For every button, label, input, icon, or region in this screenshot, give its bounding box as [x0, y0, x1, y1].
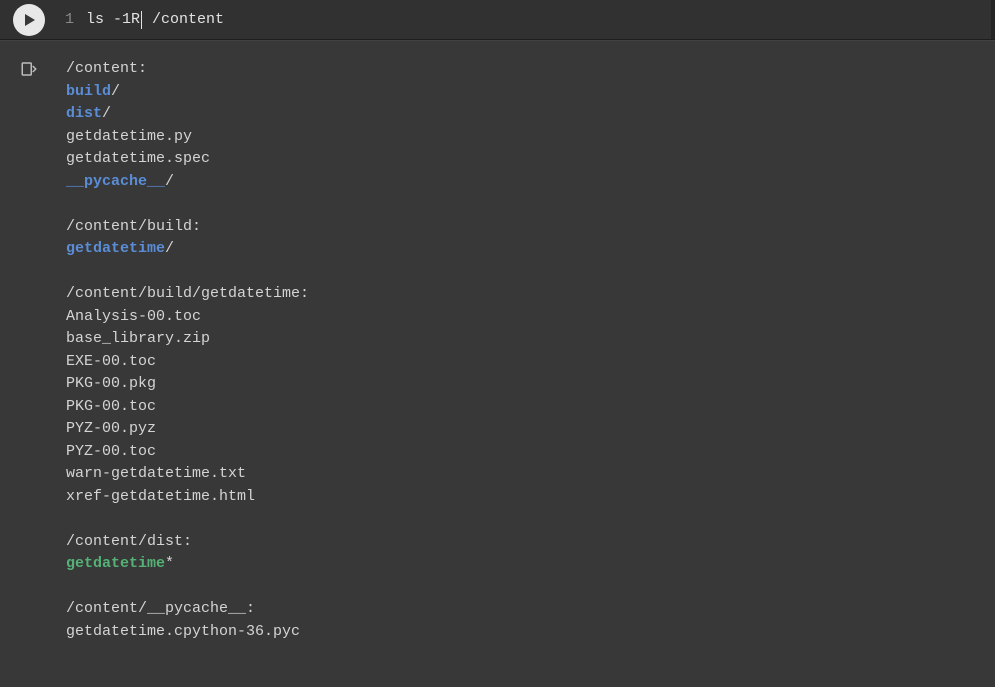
- listing-header: /content/dist:: [66, 531, 995, 554]
- code-text-after: /content: [143, 11, 224, 28]
- listing-item: xref-getdatetime.html: [66, 486, 995, 509]
- input-row: 1 ls -1R /content: [0, 0, 995, 40]
- listing-item: getdatetime.py: [66, 126, 995, 149]
- listing-header: /content/__pycache__:: [66, 598, 995, 621]
- listing-item-name: getdatetime.spec: [66, 150, 210, 167]
- code-cell: 1 ls -1R /content /content:build/dist/ge…: [0, 0, 995, 655]
- listing-item-name: getdatetime: [66, 555, 165, 572]
- output-icon-column: [0, 58, 58, 83]
- listing-item: getdatetime.cpython-36.pyc: [66, 621, 995, 644]
- listing-item-name: PKG-00.pkg: [66, 375, 156, 392]
- listing-item: __pycache__/: [66, 171, 995, 194]
- listing-item: EXE-00.toc: [66, 351, 995, 374]
- listing-item: PKG-00.pkg: [66, 373, 995, 396]
- listing-item: PYZ-00.toc: [66, 441, 995, 464]
- listing-item-name: dist: [66, 105, 102, 122]
- output-body[interactable]: /content:build/dist/getdatetime.pygetdat…: [58, 58, 995, 655]
- listing-item-suffix: /: [165, 173, 174, 190]
- listing-item-name: getdatetime: [66, 240, 165, 257]
- listing-item-name: PYZ-00.toc: [66, 443, 156, 460]
- listing-item-name: getdatetime.py: [66, 128, 192, 145]
- listing-item: dist/: [66, 103, 995, 126]
- blank-line: [66, 261, 995, 284]
- listing-header: /content/build:: [66, 216, 995, 239]
- listing-header: /content:: [66, 58, 995, 81]
- listing-item-name: PYZ-00.pyz: [66, 420, 156, 437]
- text-cursor: [141, 11, 142, 29]
- listing-item: getdatetime/: [66, 238, 995, 261]
- listing-item: warn-getdatetime.txt: [66, 463, 995, 486]
- output-row: /content:build/dist/getdatetime.pygetdat…: [0, 40, 995, 655]
- line-number: 1: [65, 11, 74, 28]
- listing-item: getdatetime.spec: [66, 148, 995, 171]
- listing-item-name: EXE-00.toc: [66, 353, 156, 370]
- listing-item-suffix: /: [111, 83, 120, 100]
- listing-item: build/: [66, 81, 995, 104]
- blank-line: [66, 508, 995, 531]
- listing-item-suffix: /: [165, 240, 174, 257]
- listing-item: PKG-00.toc: [66, 396, 995, 419]
- listing-item-name: xref-getdatetime.html: [66, 488, 255, 505]
- blank-line: [66, 193, 995, 216]
- play-icon: [22, 13, 36, 27]
- code-input[interactable]: ls -1R /content: [80, 0, 995, 39]
- listing-item-name: warn-getdatetime.txt: [66, 465, 246, 482]
- listing-item: getdatetime*: [66, 553, 995, 576]
- output-icon-svg: [20, 60, 38, 78]
- listing-item-suffix: /: [102, 105, 111, 122]
- listing-item-name: build: [66, 83, 111, 100]
- listing-item-name: PKG-00.toc: [66, 398, 156, 415]
- blank-line: [66, 576, 995, 599]
- run-button-wrap: [0, 0, 58, 39]
- listing-item: base_library.zip: [66, 328, 995, 351]
- listing-item-name: __pycache__: [66, 173, 165, 190]
- listing-item: PYZ-00.pyz: [66, 418, 995, 441]
- listing-item-name: Analysis-00.toc: [66, 308, 201, 325]
- code-text-before: ls -1R: [86, 11, 140, 28]
- run-button[interactable]: [13, 4, 45, 36]
- listing-header: /content/build/getdatetime:: [66, 283, 995, 306]
- listing-item-suffix: *: [165, 555, 174, 572]
- output-collapse-button[interactable]: [20, 60, 38, 83]
- line-number-gutter: 1: [58, 0, 80, 39]
- listing-item-name: base_library.zip: [66, 330, 210, 347]
- listing-item-name: getdatetime.cpython-36.pyc: [66, 623, 300, 640]
- listing-item: Analysis-00.toc: [66, 306, 995, 329]
